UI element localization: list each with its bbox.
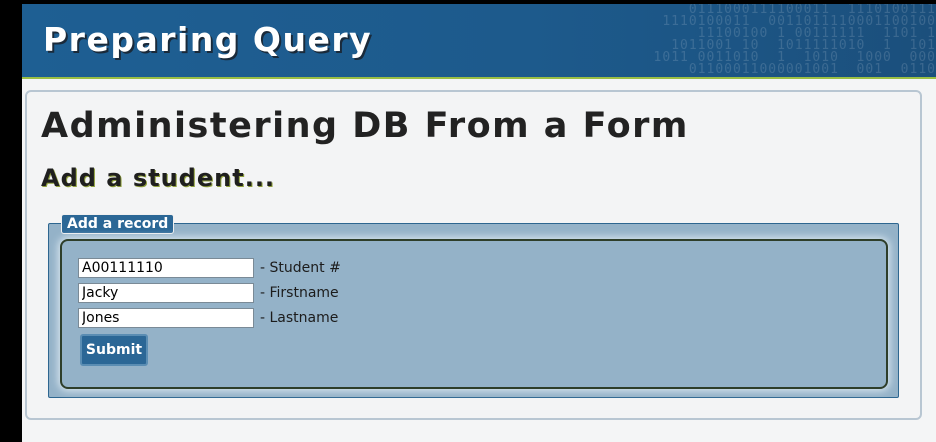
add-record-fieldset: Add a record - Student # - Firstname - L… — [48, 214, 899, 398]
firstname-label: - Firstname — [260, 285, 339, 301]
binary-background-graphic: 0111000111100011 1110100111 1110100011 0… — [653, 4, 936, 77]
fieldset-legend: Add a record — [61, 214, 175, 234]
lastname-row: - Lastname — [78, 307, 338, 329]
firstname-row: - Firstname — [78, 282, 339, 304]
student-number-row: - Student # — [78, 257, 341, 279]
site-title: Preparing Query — [43, 20, 373, 59]
submit-button[interactable]: Submit — [80, 334, 148, 366]
header-banner: 0111000111100011 1110100111 1110100011 0… — [22, 4, 936, 79]
student-number-label: - Student # — [260, 260, 341, 276]
lastname-label: - Lastname — [260, 310, 339, 326]
content-panel: Administering DB From a Form Add a stude… — [25, 90, 922, 420]
student-number-input[interactable] — [78, 258, 254, 278]
lastname-input[interactable] — [78, 308, 254, 328]
form-inner-panel: - Student # - Firstname - Lastname Submi… — [60, 239, 888, 389]
section-heading: Add a student... — [41, 164, 276, 192]
page: 0111000111100011 1110100111 1110100011 0… — [22, 4, 936, 442]
page-heading: Administering DB From a Form — [41, 106, 689, 146]
firstname-input[interactable] — [78, 283, 254, 303]
